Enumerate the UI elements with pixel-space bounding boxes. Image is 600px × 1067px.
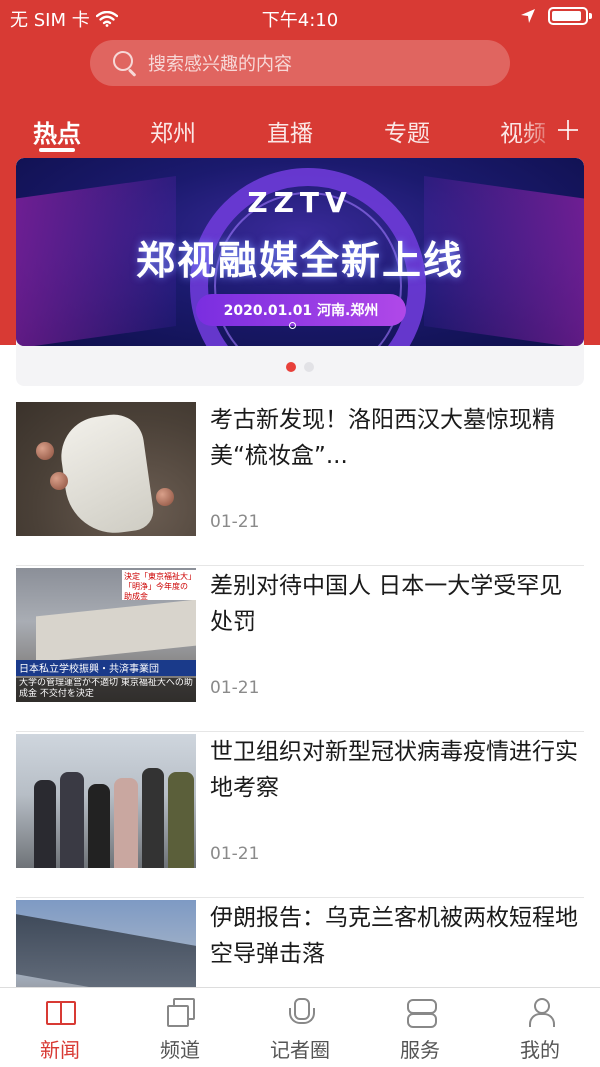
bead-shape bbox=[156, 488, 174, 506]
banner-title: 郑视融媒全新上线 bbox=[135, 239, 464, 284]
tabbar-item-reporters[interactable]: 记者圈 bbox=[240, 988, 360, 1067]
bead-shape bbox=[50, 472, 68, 490]
search-bar[interactable]: 搜索感兴趣的内容 bbox=[90, 40, 510, 86]
status-right bbox=[520, 7, 592, 25]
channel-tabs: 热点 郑州 直播 专题 视频 bbox=[0, 110, 600, 154]
carousel-indicator bbox=[16, 362, 584, 374]
news-title: 考古新发现！洛阳西汉大墓惊现精美“梳妆盒”... bbox=[210, 407, 555, 469]
jade-artifact-shape bbox=[56, 410, 156, 536]
news-date: 01-21 bbox=[210, 678, 260, 698]
person-shape bbox=[114, 778, 138, 868]
news-date: 01-21 bbox=[210, 512, 260, 532]
battery-icon bbox=[548, 7, 592, 25]
tabbar-item-news[interactable]: 新闻 bbox=[0, 988, 120, 1067]
person-shape bbox=[34, 780, 56, 868]
news-thumbnail bbox=[16, 402, 196, 536]
thumbnail-subcaption: 大学の管理運営が不適切 東京福祉大への助成金 不交付を決定 bbox=[16, 678, 196, 702]
user-icon bbox=[526, 998, 555, 1027]
news-item[interactable]: 世卫组织对新型冠状病毒疫情进行实地考察 01-21 bbox=[16, 732, 584, 898]
person-shape bbox=[60, 772, 84, 868]
tab-topics[interactable]: 专题 bbox=[384, 114, 430, 148]
tabbar-label: 频道 bbox=[160, 1038, 200, 1062]
tabbar-item-channels[interactable]: 频道 bbox=[120, 988, 240, 1067]
tab-hot[interactable]: 热点 bbox=[33, 114, 81, 149]
news-title: 差别对待中国人 日本一大学受罕见处罚 bbox=[210, 573, 563, 635]
tabbar-label: 我的 bbox=[520, 1038, 560, 1062]
status-bar: 无 SIM 卡 下午4:10 bbox=[0, 0, 600, 34]
news-thumbnail: 決定「東京福祉大」「明浄」今年度の助成金 日本私立学校振興・共済事業団 大学の管… bbox=[16, 568, 196, 702]
bottom-tab-bar: 新闻 频道 记者圈 服务 我的 bbox=[0, 987, 600, 1067]
carousel-dot-active[interactable] bbox=[286, 362, 296, 372]
pills-icon bbox=[406, 998, 437, 1028]
thumbnail-caption: 日本私立学校振興・共済事業団 bbox=[16, 660, 196, 676]
news-title: 世卫组织对新型冠状病毒疫情进行实地考察 bbox=[210, 739, 578, 801]
book-icon bbox=[46, 998, 76, 1026]
active-tab-indicator bbox=[39, 148, 75, 152]
tabbar-label: 服务 bbox=[400, 1038, 440, 1062]
location-arrow-icon bbox=[521, 9, 535, 23]
news-date: 01-21 bbox=[210, 844, 260, 864]
university-sign-shape bbox=[36, 599, 196, 663]
person-shape bbox=[168, 772, 194, 868]
news-item[interactable]: 決定「東京福祉大」「明浄」今年度の助成金 日本私立学校振興・共済事業団 大学の管… bbox=[16, 566, 584, 732]
tabbar-item-services[interactable]: 服务 bbox=[360, 988, 480, 1067]
banner-carousel[interactable]: ZZTV 郑视融媒全新上线 2020.01.01 河南.郑州 bbox=[16, 158, 584, 386]
tabs-fade bbox=[520, 110, 560, 154]
squares-icon bbox=[166, 998, 195, 1027]
news-title: 伊朗报告：乌克兰客机被两枚短程地空导弹击落 bbox=[210, 905, 578, 967]
banner-image[interactable]: ZZTV 郑视融媒全新上线 2020.01.01 河南.郑州 bbox=[16, 158, 584, 346]
mic-icon bbox=[286, 998, 315, 1026]
add-channel-icon[interactable] bbox=[555, 113, 583, 149]
carousel-dot[interactable] bbox=[304, 362, 314, 372]
clock: 下午4:10 bbox=[261, 10, 339, 31]
tabbar-label: 记者圈 bbox=[270, 1038, 330, 1062]
person-shape bbox=[142, 768, 164, 868]
news-item[interactable]: 考古新发现！洛阳西汉大墓惊现精美“梳妆盒”... 01-21 bbox=[16, 400, 584, 566]
tab-zhengzhou[interactable]: 郑州 bbox=[150, 114, 196, 148]
banner-date-pill: 2020.01.01 河南.郑州 bbox=[196, 294, 406, 326]
banner-decor-dot bbox=[289, 322, 296, 329]
person-shape bbox=[88, 784, 110, 868]
tab-live[interactable]: 直播 bbox=[267, 114, 313, 148]
tabbar-label: 新闻 bbox=[40, 1038, 80, 1062]
news-list: 考古新发现！洛阳西汉大墓惊现精美“梳妆盒”... 01-21 決定「東京福祉大」… bbox=[16, 400, 584, 1064]
search-icon bbox=[112, 50, 138, 76]
tabbar-item-me[interactable]: 我的 bbox=[480, 988, 600, 1067]
thumbnail-tag: 決定「東京福祉大」「明浄」今年度の助成金 bbox=[122, 570, 196, 600]
banner-logo: ZZTV bbox=[247, 186, 353, 219]
news-thumbnail bbox=[16, 734, 196, 868]
search-placeholder: 搜索感兴趣的内容 bbox=[148, 54, 292, 75]
bead-shape bbox=[36, 442, 54, 460]
